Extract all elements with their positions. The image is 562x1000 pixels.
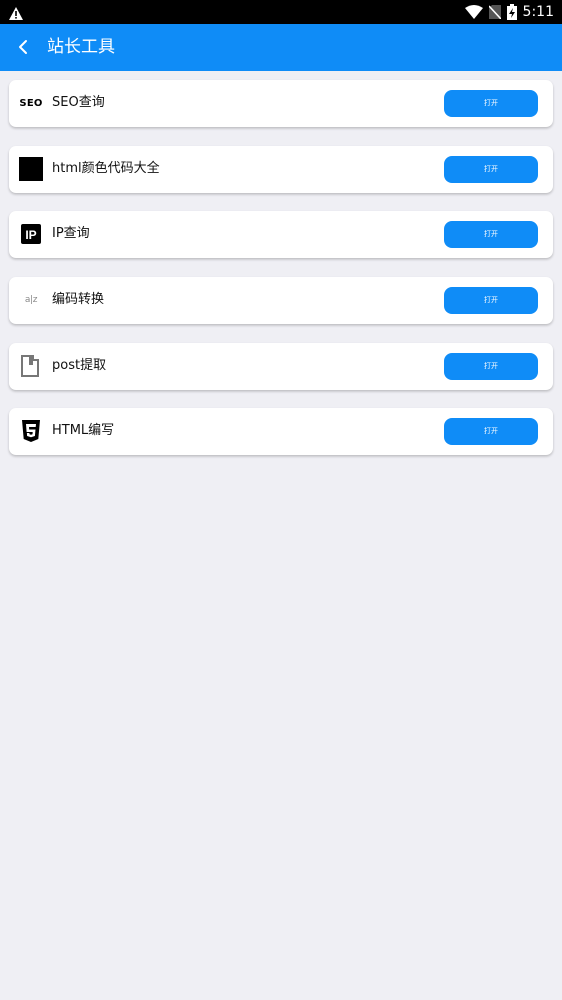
tool-label: IP查询 [52,226,90,241]
tool-card-post: post提取 打开 [9,343,553,390]
seo-icon-text: SEO [19,97,43,109]
status-bar: 5:11 [0,0,562,24]
status-time: 5:11 [522,4,554,20]
no-sim-icon [488,5,501,19]
open-button[interactable]: 打开 [444,156,538,183]
black-square-icon [19,157,43,181]
tool-label: SEO查询 [52,95,105,110]
html5-icon [19,419,43,443]
page-title: 站长工具 [47,37,115,57]
open-button[interactable]: 打开 [444,221,538,248]
tool-label: 编码转换 [52,292,105,307]
tool-card-html-writer: HTML编写 打开 [9,408,553,455]
tool-card-ip: IP IP查询 打开 [9,211,553,258]
encoding-icon: a|z [19,288,43,312]
open-button[interactable]: 打开 [444,90,538,117]
tool-card-html-colors: html颜色代码大全 打开 [9,146,553,193]
ip-icon: IP [19,222,43,246]
tool-label: post提取 [52,358,107,373]
clipboard-icon [19,354,43,378]
tool-label: html颜色代码大全 [52,161,160,176]
ip-icon-text: IP [25,228,36,242]
app-bar: 站长工具 [0,24,562,71]
wifi-icon [464,5,483,19]
tool-card-seo: SEO SEO查询 打开 [9,80,553,127]
tool-card-encoding: a|z 编码转换 打开 [9,277,553,324]
battery-charging-icon [506,4,517,20]
encoding-icon-text: a|z [24,295,38,305]
open-button[interactable]: 打开 [444,418,538,445]
warning-icon [9,5,23,24]
open-button[interactable]: 打开 [444,287,538,314]
seo-icon: SEO [19,91,43,115]
back-chevron-icon[interactable] [16,37,32,57]
tool-label: HTML编写 [52,423,115,438]
open-button[interactable]: 打开 [444,353,538,380]
